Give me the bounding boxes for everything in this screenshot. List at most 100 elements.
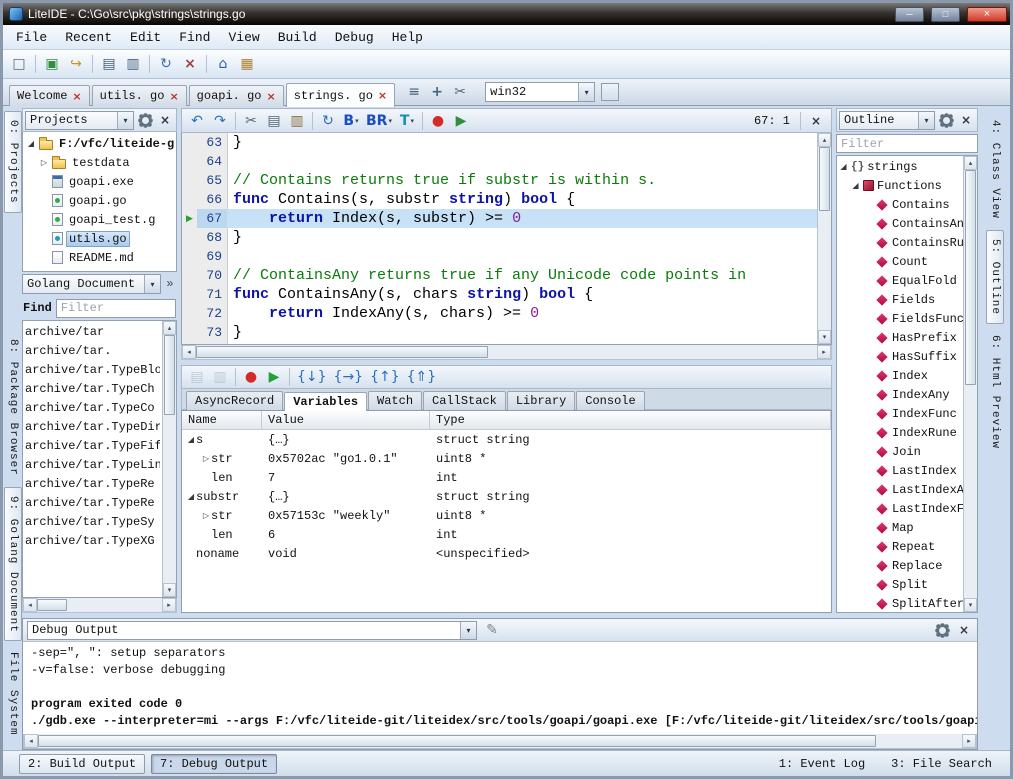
vars-column-name[interactable]: Name	[182, 411, 262, 429]
scroll-up-icon[interactable]: ▴	[818, 133, 831, 147]
cut-icon[interactable]: ✂	[240, 110, 262, 132]
tab-goapi-go[interactable]: goapi. go×	[189, 85, 284, 106]
line-number[interactable]: 72	[197, 304, 227, 323]
menu-item-debug[interactable]: Debug	[326, 28, 383, 47]
menu-item-view[interactable]: View	[219, 28, 268, 47]
outline-menu-button[interactable]	[937, 111, 955, 129]
code-editor[interactable]: 63}6465// Contains returns true if subst…	[181, 133, 832, 345]
doc-filter-input[interactable]	[56, 299, 176, 318]
projects-combo[interactable]: Projects ▾	[25, 111, 134, 130]
debug-arrow-marker[interactable]	[182, 266, 197, 285]
projects-menu-button[interactable]	[136, 111, 154, 129]
title-bar[interactable]: LiteIDE - C:\Go\src\pkg\strings\strings.…	[3, 3, 1010, 25]
golang-document-combo[interactable]: Golang Document ▾	[22, 274, 161, 294]
line-number[interactable]: 67	[197, 209, 227, 228]
close-tab-icon[interactable]: ✂	[449, 81, 471, 103]
variable-row[interactable]: ▷str0x57153c "weekly"uint8 *	[182, 506, 831, 525]
outline-item[interactable]: ◢{}strings	[837, 157, 963, 176]
overflow-chevron-button[interactable]: »	[163, 277, 177, 291]
doc-list-item[interactable]: archive/tar.TypeRe	[25, 474, 160, 493]
dropdown-arrow-icon[interactable]: ▾	[460, 622, 476, 639]
debug-tab-console[interactable]: Console	[576, 391, 644, 410]
debug-arrow-marker[interactable]	[182, 304, 197, 323]
scroll-right-icon[interactable]: ▸	[817, 345, 831, 359]
projects-close-button[interactable]: ×	[156, 111, 174, 129]
doc-list-item[interactable]: archive/tar.TypeBlo	[25, 360, 160, 379]
scroll-thumb[interactable]	[37, 599, 67, 611]
debug-output-menu-button[interactable]	[933, 621, 951, 639]
outline-expand-icon[interactable]: ◢	[839, 162, 848, 171]
outline-item[interactable]: ContainsAny	[837, 214, 963, 233]
tab-close-icon[interactable]: ×	[72, 91, 81, 102]
editor-vscrollbar[interactable]: ▴▾	[817, 133, 831, 344]
open-folder-icon[interactable]: ▣	[41, 53, 63, 75]
doc-list-item[interactable]: archive/tar.TypeRe	[25, 493, 160, 512]
debug-arrow-marker[interactable]	[182, 152, 197, 171]
var-expand-icon[interactable]: ▷	[201, 454, 211, 463]
code-text[interactable]: func Contains(s, substr string) bool {	[227, 190, 817, 209]
menu-item-edit[interactable]: Edit	[121, 28, 170, 47]
outline-item[interactable]: Count	[837, 252, 963, 271]
outline-vscrollbar[interactable]: ▴▾	[963, 156, 977, 612]
clear-output-button[interactable]: ✎	[481, 619, 503, 641]
var-expand-icon[interactable]: ◢	[186, 492, 196, 501]
build-run-menu-button[interactable]: BR▾	[363, 110, 395, 132]
outline-item[interactable]: ◢Functions	[837, 176, 963, 195]
scroll-thumb[interactable]	[164, 335, 175, 415]
tab-utils-go[interactable]: utils. go×	[92, 85, 187, 106]
menu-item-help[interactable]: Help	[383, 28, 432, 47]
add-tab-icon[interactable]: +	[426, 81, 448, 103]
dropdown-arrow-icon[interactable]: ▾	[117, 112, 133, 129]
code-text[interactable]: }	[227, 228, 817, 247]
menu-item-file[interactable]: File	[7, 28, 56, 47]
run-to-line-icon[interactable]: {⇑}	[404, 366, 440, 388]
build-icon[interactable]: ↻	[317, 110, 339, 132]
variable-row[interactable]: len7int	[182, 468, 831, 487]
variable-row[interactable]: ◢substr{…}struct string	[182, 487, 831, 506]
vars-column-type[interactable]: Type	[430, 411, 831, 429]
outline-item[interactable]: Join	[837, 442, 963, 461]
debug-arrow-marker[interactable]	[182, 190, 197, 209]
doc-list-hscrollbar[interactable]: ◂▸	[22, 598, 177, 613]
line-number[interactable]: 65	[197, 171, 227, 190]
variable-row[interactable]: len6int	[182, 525, 831, 544]
debug-arrow-marker[interactable]	[182, 323, 197, 342]
status-button-2-build-output[interactable]: 2: Build Output	[19, 754, 145, 774]
debug-arrow-marker[interactable]	[182, 171, 197, 190]
scroll-right-icon[interactable]: ▸	[162, 598, 176, 612]
tab-close-icon[interactable]: ×	[266, 91, 275, 102]
close-button[interactable]: ×	[967, 7, 1007, 22]
line-number[interactable]: 70	[197, 266, 227, 285]
outline-item[interactable]: Fields	[837, 290, 963, 309]
outline-item[interactable]: Replace	[837, 556, 963, 575]
code-text[interactable]: }	[227, 133, 817, 152]
doc-list-item[interactable]: archive/tar.TypeFif	[25, 436, 160, 455]
debug-output-combo[interactable]: Debug Output ▾	[27, 621, 477, 640]
build-menu-button[interactable]: B▾	[340, 110, 362, 132]
doc-list-item[interactable]: archive/tar.TypeCo	[25, 398, 160, 417]
step-over-icon[interactable]: {→}	[331, 366, 367, 388]
outline-item[interactable]: Index	[837, 366, 963, 385]
editor-close-button[interactable]: ×	[805, 110, 827, 132]
doc-list-item[interactable]: archive/tar.TypeSy	[25, 512, 160, 531]
side-tab-5-outline[interactable]: 5: Outline	[986, 230, 1004, 324]
scroll-thumb[interactable]	[196, 346, 488, 358]
outline-item[interactable]: HasSuffix	[837, 347, 963, 366]
outline-item[interactable]: LastIndexFu	[837, 499, 963, 518]
var-expand-icon[interactable]: ◢	[186, 435, 196, 444]
line-number[interactable]: 66	[197, 190, 227, 209]
variable-row[interactable]: ▷str0x5702ac "go1.0.1"uint8 *	[182, 449, 831, 468]
project-tree-item[interactable]: goapi_test.g	[23, 210, 176, 229]
scroll-thumb[interactable]	[38, 735, 876, 747]
project-tree-item[interactable]: README.md	[23, 248, 176, 267]
debug-output-text[interactable]: -sep=", ": setup separators-v=false: ver…	[23, 642, 977, 734]
debug-arrow-marker[interactable]	[182, 247, 197, 266]
save-file-icon[interactable]: ▤	[98, 53, 120, 75]
outline-combo[interactable]: Outline ▾	[839, 111, 935, 130]
minimize-button[interactable]: ─	[895, 7, 924, 22]
paste-icon[interactable]: ▥	[286, 110, 308, 132]
project-tree-item[interactable]: utils.go	[23, 229, 176, 248]
outline-item[interactable]: SplitAfter	[837, 594, 963, 612]
code-text[interactable]: return IndexAny(s, chars) >= 0	[227, 304, 817, 323]
side-tab-6-html-preview[interactable]: 6: Html Preview	[986, 326, 1004, 458]
